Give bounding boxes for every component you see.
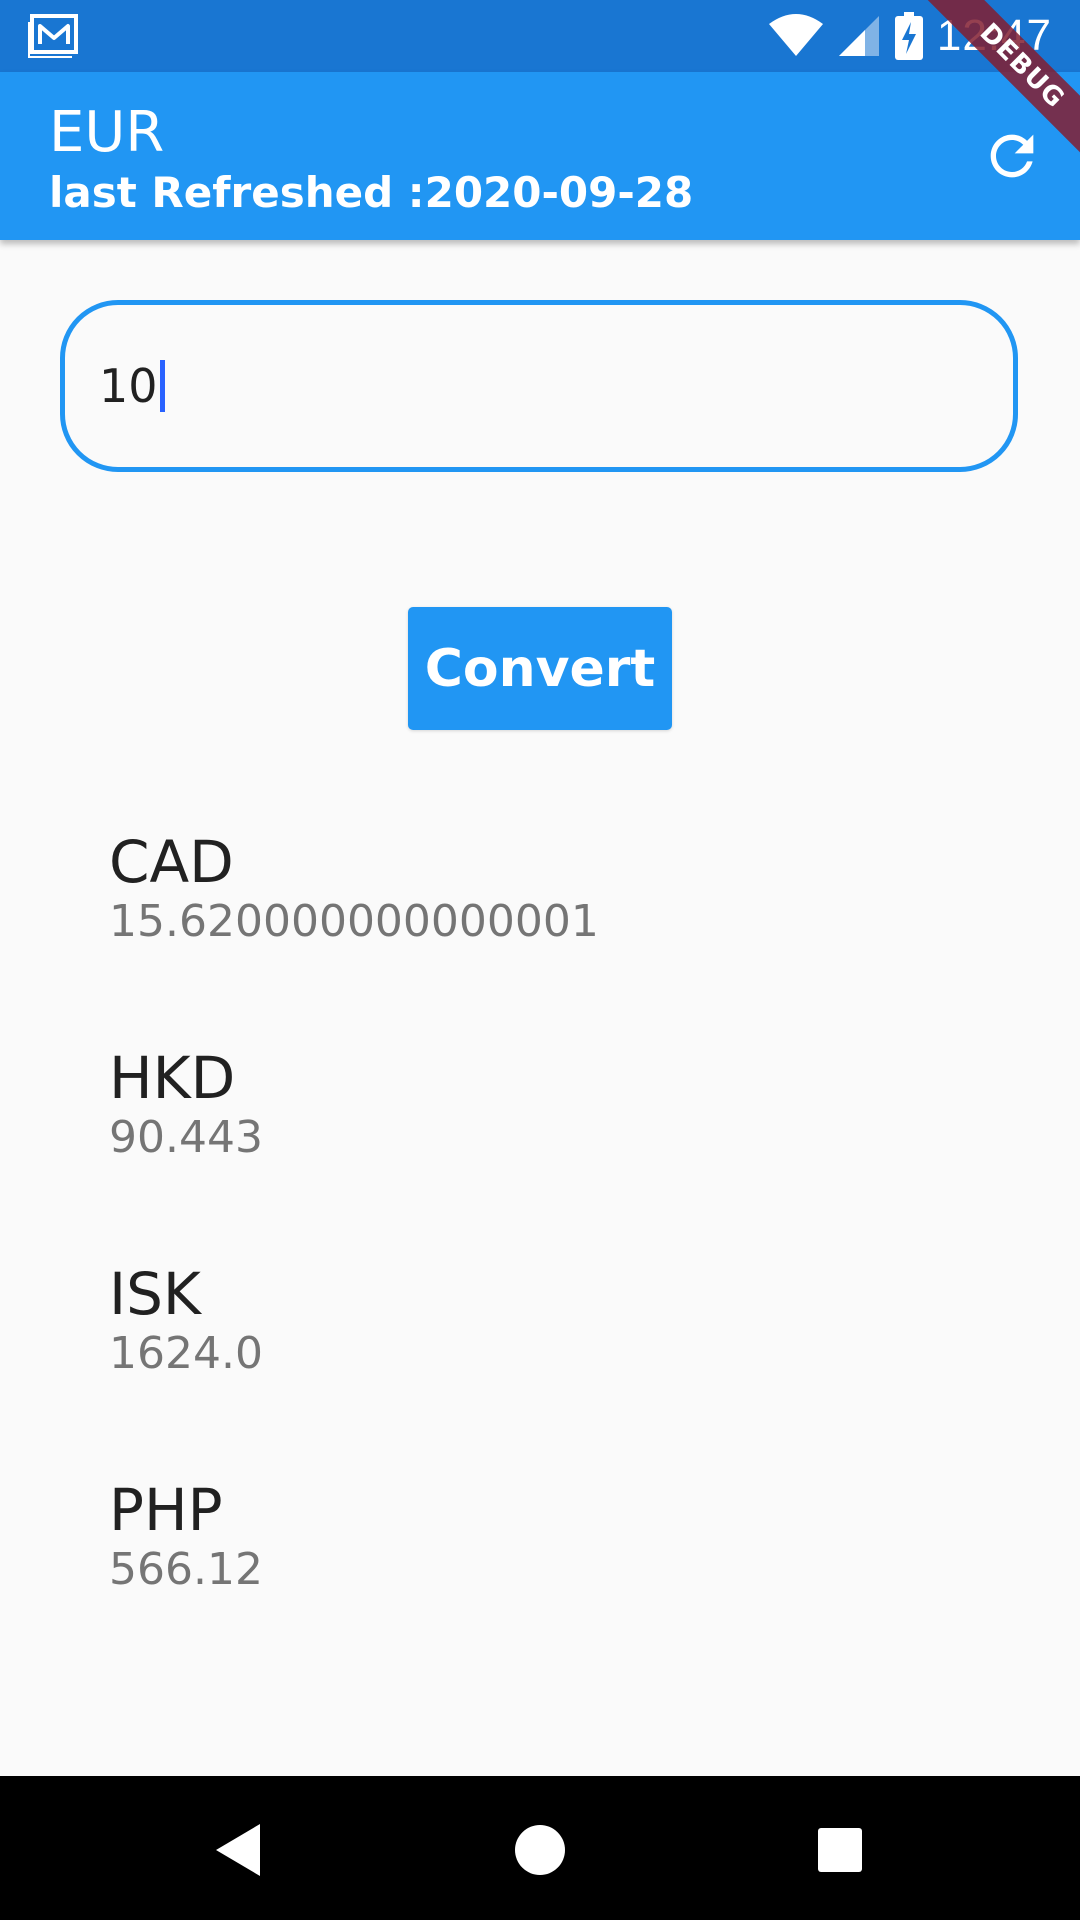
list-item: ISK 1624.0	[109, 1262, 1009, 1380]
converted-value: 15.620000000000001	[109, 896, 599, 947]
navigation-bar	[0, 1776, 1080, 1920]
currency-code: HKD	[109, 1044, 236, 1112]
converted-value: 1624.0	[109, 1328, 263, 1379]
amount-input-value: 10	[99, 359, 158, 413]
text-cursor	[159, 360, 165, 412]
gallery-icon	[28, 14, 78, 58]
list-item: HKD 90.443	[109, 1046, 1009, 1164]
currency-code: CAD	[109, 828, 234, 896]
list-item: PHP 566.12	[109, 1478, 1009, 1596]
currency-code: PHP	[109, 1476, 223, 1544]
amount-input[interactable]: 10	[60, 300, 1018, 472]
app-title: EUR	[49, 100, 165, 165]
convert-button[interactable]: Convert	[408, 607, 672, 730]
app-bar: EUR last Refreshed :2020-09-28	[0, 72, 1080, 240]
cell-signal-icon	[838, 16, 879, 56]
refresh-icon[interactable]	[980, 124, 1044, 188]
back-icon[interactable]	[210, 1820, 270, 1880]
last-refreshed-label: last Refreshed :2020-09-28	[49, 168, 694, 217]
converted-value: 90.443	[109, 1112, 263, 1163]
list-item: CAD 15.620000000000001	[109, 830, 1009, 948]
home-icon[interactable]	[510, 1820, 570, 1880]
wifi-icon	[768, 14, 823, 56]
battery-charging-icon	[894, 12, 923, 60]
converted-value: 566.12	[109, 1544, 263, 1595]
recents-icon[interactable]	[810, 1820, 870, 1880]
status-bar: 12:47	[0, 0, 1080, 72]
currency-code: ISK	[109, 1260, 201, 1328]
